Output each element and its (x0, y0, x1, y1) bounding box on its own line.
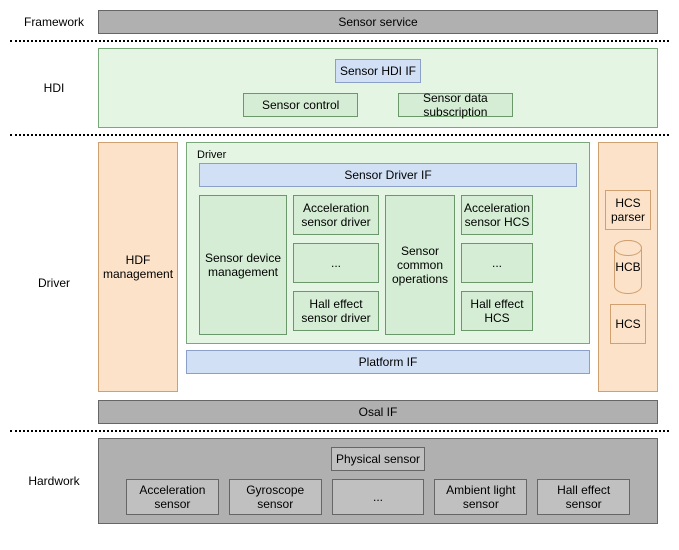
hardwork-container: Physical sensor Acceleration sensor Gyro… (98, 438, 658, 524)
sensor-hdi-if: Sensor HDI IF (335, 59, 421, 83)
driver-row: Driver HDF management Driver Sensor Driv… (10, 142, 669, 424)
driver-container: Driver Sensor Driver IF Sensor device ma… (186, 142, 590, 344)
hardwork-label: Hardwork (10, 438, 98, 524)
sensor-device-mgmt: Sensor device management (199, 195, 287, 335)
hdf-management-box: HDF management (98, 142, 178, 392)
hdi-container: Sensor HDI IF Sensor control Sensor data… (98, 48, 658, 128)
hcs-ellipsis-box: ... (461, 243, 533, 283)
hall-hcs-box: Hall effect HCS (461, 291, 533, 331)
hardwork-row: Hardwork Physical sensor Acceleration se… (10, 438, 669, 524)
framework-label: Framework (10, 10, 98, 34)
hcb-label: HCB (615, 260, 640, 274)
physical-sensor-box: Physical sensor (331, 447, 425, 471)
hcb-cylinder: HCB (614, 240, 641, 294)
divider (10, 430, 669, 432)
sensor-common-ops: Sensor common operations (385, 195, 455, 335)
accel-hcs-box: Acceleration sensor HCS (461, 195, 533, 235)
hall-sensor-box: Hall effect sensor (537, 479, 630, 515)
ambient-sensor-box: Ambient light sensor (434, 479, 527, 515)
hdi-row: HDI Sensor HDI IF Sensor control Sensor … (10, 48, 669, 128)
framework-row: Framework Sensor service (10, 10, 669, 34)
accel-sensor-box: Acceleration sensor (126, 479, 219, 515)
sensor-data-sub-box: Sensor data subscription (398, 93, 513, 117)
sensor-driver-if: Sensor Driver IF (199, 163, 577, 187)
driver-title: Driver (193, 147, 583, 163)
sensor-ellipsis-box: ... (332, 479, 425, 515)
hcs-side-container: HCS parser HCB HCS (598, 142, 658, 392)
sensor-service-box: Sensor service (98, 10, 658, 34)
hcs-box: HCS (610, 304, 645, 344)
hdi-label: HDI (10, 48, 98, 128)
driver-ellipsis-box: ... (293, 243, 379, 283)
divider (10, 40, 669, 42)
sensor-control-box: Sensor control (243, 93, 358, 117)
hall-driver-box: Hall effect sensor driver (293, 291, 379, 331)
gyro-sensor-box: Gyroscope sensor (229, 479, 322, 515)
driver-label: Driver (10, 142, 98, 424)
osal-if-box: Osal IF (98, 400, 658, 424)
platform-if-box: Platform IF (186, 350, 590, 374)
divider (10, 134, 669, 136)
hcs-parser-box: HCS parser (605, 190, 651, 230)
accel-driver-box: Acceleration sensor driver (293, 195, 379, 235)
